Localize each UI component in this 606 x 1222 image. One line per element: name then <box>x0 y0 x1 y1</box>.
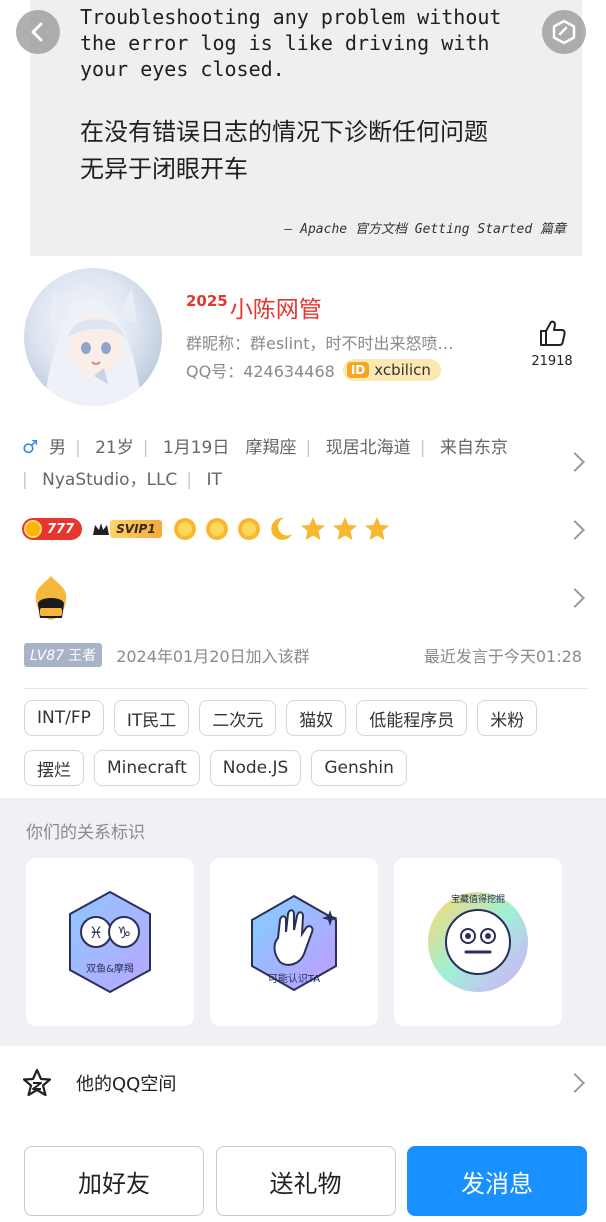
svg-text:♑: ♑ <box>117 923 131 942</box>
send-gift-button[interactable]: 送礼物 <box>215 1146 396 1216</box>
relationship-label: 宝藏值得挖掘 <box>451 893 505 905</box>
profile-banner: Troubleshooting any problem without the … <box>0 0 606 268</box>
badges-row[interactable]: 777 SVIP1 <box>22 516 390 542</box>
relationship-card-may-know[interactable]: 可能认识TA <box>210 858 378 1026</box>
star-outline-icon <box>22 1068 52 1097</box>
qzone-row[interactable]: 他的QQ空间 <box>0 1046 606 1120</box>
info-line-1: ♂ 男 | 21岁 | 1月19日 摩羯座 | 现居北海道 | 来自东京 <box>22 437 508 458</box>
info-line-2: | NyaStudio，LLC | IT <box>22 470 222 490</box>
relationship-section: 你们的关系标识 ♓ ♑ 双鱼&摩羯 可能认识TA 宝藏值得挖掘 <box>0 798 606 1046</box>
sun-icon <box>173 518 196 540</box>
relationship-label: 双鱼&摩羯 <box>86 962 134 975</box>
group-nickname: 群昵称：群eslint，时不时出来怒喷… <box>186 334 454 353</box>
svip-label: SVIP1 <box>110 520 162 538</box>
waving-hand-badge-icon: 可能认识TA <box>251 894 338 992</box>
tag[interactable]: Minecraft <box>94 750 200 786</box>
send-message-button[interactable]: 发消息 <box>407 1146 587 1216</box>
group-level-medal-icon[interactable] <box>28 574 74 622</box>
interest-tags: INT/FP IT民工 二次元 猫奴 低能程序员 米粉 摆烂 Minecraft… <box>24 700 584 786</box>
profile-info[interactable]: ♂ 男 | 21岁 | 1月19日 摩羯座 | 现居北海道 | 来自东京 | NyaSt… <box>22 432 562 496</box>
hexagon-settings-icon <box>552 19 576 45</box>
group-level: LV87 <box>30 648 65 664</box>
qq-number[interactable]: QQ号：424634468 <box>186 358 335 382</box>
tag[interactable]: IT民工 <box>113 700 190 736</box>
industry: IT <box>206 470 222 490</box>
chevron-right-icon[interactable] <box>565 452 585 472</box>
display-name: 2025 小陈网管 <box>186 290 322 324</box>
star-icon <box>300 517 325 540</box>
relationship-card-treasure[interactable]: 宝藏值得挖掘 <box>394 858 562 1026</box>
pisces-capricorn-badge-icon: ♓ ♑ 双鱼&摩羯 <box>69 890 151 994</box>
group-title: 王者 <box>68 648 97 664</box>
name-text: 小陈网管 <box>229 297 322 323</box>
current-location: 现居北海道 <box>325 438 411 458</box>
banner-quote-source: — Apache 官方文档 Getting Started 篇章 <box>284 222 567 237</box>
star-icon <box>332 517 357 540</box>
join-date: 2024年01月20日加入该群 <box>116 647 310 666</box>
group-meta: LV87 王者 2024年01月20日加入该群 最近发言于今天01:28 <box>24 643 582 667</box>
more-options-button[interactable] <box>542 10 586 54</box>
qq-number-row: QQ号：424634468 ID xcbilicn <box>186 358 441 382</box>
coin-value: 777 <box>47 521 75 537</box>
svg-text:♓: ♓ <box>89 923 103 942</box>
tag[interactable]: 米粉 <box>477 700 538 736</box>
smiley-face-badge-icon: 宝藏值得挖掘 <box>428 892 528 992</box>
chevron-left-icon <box>31 22 43 42</box>
moon-icon <box>270 517 292 540</box>
avatar[interactable] <box>24 268 162 406</box>
coin-badge: 777 <box>22 518 83 540</box>
svip-badge: SVIP1 <box>92 520 162 538</box>
hometown: 来自东京 <box>439 438 508 458</box>
tag[interactable]: Genshin <box>311 750 407 786</box>
banner-quote-zh: 在没有错误日志的情况下诊断任何问题 无异于闭眼开车 <box>80 118 488 183</box>
zodiac: 摩羯座 <box>245 438 297 458</box>
name-prefix: 2025 <box>186 292 228 310</box>
sun-icon <box>205 518 228 540</box>
relationship-card-zodiac[interactable]: ♓ ♑ 双鱼&摩羯 <box>26 858 194 1026</box>
tag[interactable]: 猫奴 <box>286 700 347 736</box>
last-spoke: 最近发言于今天01:28 <box>423 647 582 666</box>
qq-level-icons <box>172 516 390 542</box>
tag[interactable]: Node.JS <box>209 750 302 786</box>
tag[interactable]: 低能程序员 <box>356 700 468 736</box>
company: NyaStudio，LLC <box>42 470 178 490</box>
birthday: 1月19日 <box>162 438 230 458</box>
sun-icon <box>237 518 260 540</box>
crown-icon <box>93 523 110 535</box>
id-badge[interactable]: ID xcbilicn <box>342 359 441 381</box>
relationship-title: 你们的关系标识 <box>26 823 145 843</box>
age: 21岁 <box>95 438 134 458</box>
id-tag: ID <box>346 362 370 378</box>
like-button[interactable]: 21918 <box>528 318 576 369</box>
banner-quote-en: Troubleshooting any problem without the … <box>80 5 502 81</box>
add-friend-button[interactable]: 加好友 <box>24 1146 204 1216</box>
thumbs-up-icon <box>540 320 566 346</box>
relationship-label: 可能认识TA <box>268 972 320 985</box>
star-icon <box>364 517 389 540</box>
avatar-illustration <box>44 288 142 406</box>
tag[interactable]: 摆烂 <box>24 750 84 786</box>
id-value: xcbilicn <box>374 361 431 379</box>
back-button[interactable] <box>16 10 60 54</box>
divider <box>24 688 588 689</box>
tag[interactable]: INT/FP <box>24 700 104 736</box>
chevron-right-icon[interactable] <box>565 520 585 540</box>
gender: 男 <box>48 438 66 458</box>
chevron-right-icon <box>565 1073 585 1093</box>
group-level-badge: LV87 王者 <box>24 643 103 667</box>
tag[interactable]: 二次元 <box>199 700 277 736</box>
like-count: 21918 <box>531 354 573 369</box>
chevron-right-icon[interactable] <box>565 588 585 608</box>
coin-icon <box>24 520 42 538</box>
qzone-label: 他的QQ空间 <box>76 1074 177 1095</box>
male-icon: ♂ <box>22 437 39 458</box>
action-bar: 加好友 送礼物 发消息 <box>24 1146 587 1216</box>
